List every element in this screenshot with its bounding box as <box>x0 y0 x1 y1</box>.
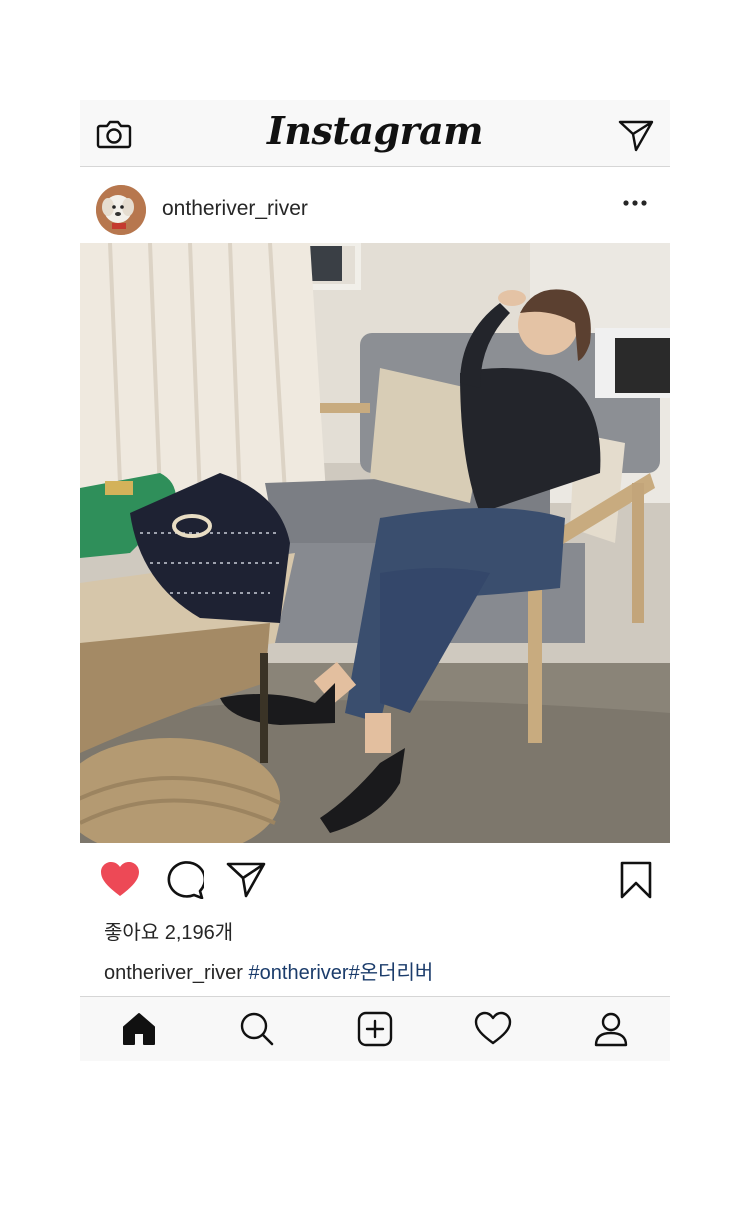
like-count[interactable]: 좋아요 2,196개 <box>104 916 233 945</box>
search-icon[interactable] <box>238 1011 276 1047</box>
heart-icon[interactable] <box>474 1011 512 1047</box>
comment-icon[interactable] <box>164 861 204 899</box>
post-actions <box>80 843 670 917</box>
profile-icon[interactable] <box>592 1011 630 1047</box>
direct-message-icon[interactable] <box>618 118 654 152</box>
instagram-logo: Instagram <box>267 108 483 153</box>
caption-username[interactable]: ontheriver_river <box>104 962 243 984</box>
instagram-frame: Instagram ontheriver_river 좋아요 2,196개 on… <box>80 100 670 1061</box>
share-icon[interactable] <box>226 861 266 899</box>
post-photo[interactable] <box>80 243 670 843</box>
more-dots-icon[interactable] <box>622 197 648 209</box>
post-username[interactable]: ontheriver_river <box>162 197 308 221</box>
bookmark-icon[interactable] <box>616 861 656 899</box>
heart-filled-icon[interactable] <box>100 861 140 899</box>
post-caption: ontheriver_river #ontheriver#온더리버 <box>104 956 433 985</box>
post-header: ontheriver_river <box>80 167 670 243</box>
top-bar: Instagram <box>80 100 670 167</box>
avatar[interactable] <box>96 185 146 235</box>
post-image <box>80 243 670 843</box>
bottom-nav <box>80 996 670 1061</box>
home-icon[interactable] <box>120 1011 158 1047</box>
caption-hashtags[interactable]: #ontheriver#온더리버 <box>249 962 434 984</box>
add-icon[interactable] <box>356 1011 394 1047</box>
